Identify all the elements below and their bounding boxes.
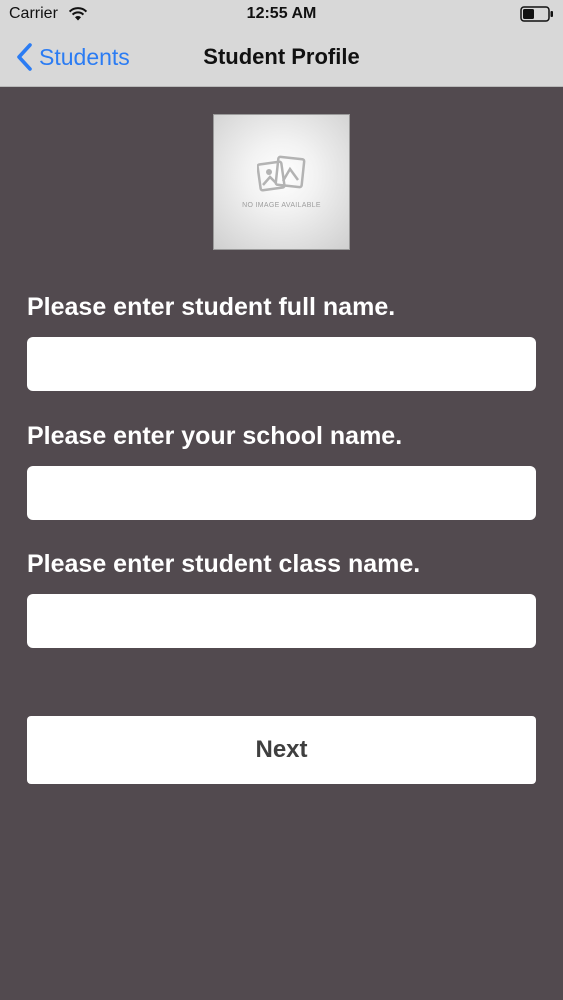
class-name-field[interactable] (27, 594, 536, 648)
next-button[interactable]: Next (27, 716, 536, 784)
full-name-field[interactable] (27, 337, 536, 391)
navigation-bar: Carrier 12:55 AM Students Student Profil… (0, 0, 563, 87)
page-title: Student Profile (203, 44, 360, 69)
student-photo[interactable]: NO IMAGE AVAILABLE (213, 114, 350, 250)
school-name-label: Please enter your school name. (27, 422, 403, 450)
no-image-caption: NO IMAGE AVAILABLE (242, 202, 321, 209)
class-name-label: Please enter student class name. (27, 550, 421, 578)
battery-icon (520, 6, 553, 22)
image-placeholder-icon (257, 155, 306, 192)
school-name-field[interactable] (27, 466, 536, 520)
full-name-label: Please enter student full name. (27, 293, 396, 321)
status-time: 12:55 AM (246, 5, 317, 22)
